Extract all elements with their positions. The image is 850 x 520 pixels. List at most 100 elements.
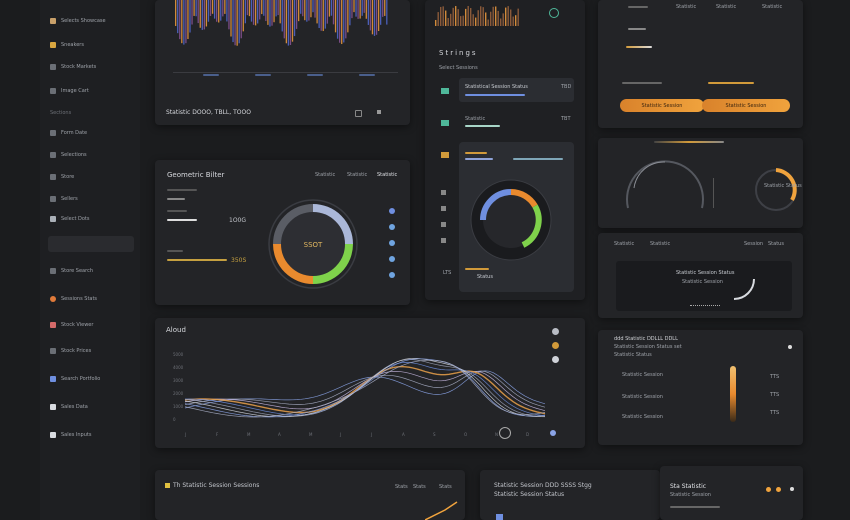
bar-series-mark <box>316 0 318 24</box>
sidebar-sub-2[interactable]: Selections <box>50 150 87 160</box>
mid-tab[interactable]: Status <box>768 241 784 247</box>
sidebar-lower-4[interactable]: Stock Prices <box>50 346 91 356</box>
bar-series-mark <box>240 0 242 39</box>
bar-series-mark <box>328 0 331 17</box>
mini-bar <box>502 13 504 26</box>
spark-line-path <box>425 501 458 520</box>
mini-bar <box>507 6 509 26</box>
wave-line <box>184 370 546 412</box>
sidebar-lower-3[interactable]: Stock Viewer <box>50 320 93 330</box>
close-icon[interactable] <box>377 110 381 114</box>
donut-panel: Geometric Bilter Statistic Statistic Sta… <box>155 160 410 305</box>
session-row-highlight[interactable] <box>459 78 574 102</box>
bar-series-mark <box>205 0 208 27</box>
drop-icon <box>389 272 395 278</box>
sidebar-item-3[interactable]: Stock Markets <box>50 62 96 72</box>
bar-series-mark <box>211 0 214 14</box>
bar-series-mark <box>238 0 240 44</box>
orange-button-a[interactable]: Statistic Session <box>620 99 704 112</box>
tag-icon <box>50 42 56 48</box>
sidebar-sub-3[interactable]: Store <box>50 172 74 182</box>
menu-dot[interactable] <box>788 345 792 349</box>
sidebar-sub-4[interactable]: Sellers <box>50 194 78 204</box>
sidebar-item-2[interactable]: Sneakers <box>50 40 84 50</box>
avatar[interactable] <box>552 328 559 335</box>
bottom-panel-a: Th Statistic Session Sessions Stats Stat… <box>155 470 465 520</box>
bottom-panel-b: Statistic Session DDD SSSS Stgg Statisti… <box>480 470 660 520</box>
refresh-icon[interactable] <box>499 427 511 439</box>
bar-series-mark <box>283 0 285 39</box>
sidebar-lower-2[interactable]: Sessions Stats <box>50 294 97 304</box>
pagination-dots[interactable] <box>690 305 720 309</box>
bar-series-mark <box>230 0 232 37</box>
bar-series-mark <box>363 0 365 13</box>
lower-row: Statistic Session <box>622 414 663 420</box>
bar-series-mark <box>361 0 363 16</box>
sidebar-item-4[interactable]: Image Cart <box>50 86 89 96</box>
drop-icon <box>389 256 395 262</box>
stat-line <box>167 250 183 252</box>
mini-bar <box>472 14 474 26</box>
bar-series-mark <box>302 0 304 17</box>
row-icon <box>441 222 446 227</box>
sidebar-lower-1[interactable]: Store Search <box>50 266 93 276</box>
avatar[interactable] <box>552 342 559 349</box>
mini-bar <box>492 6 494 26</box>
strings-sub: Select Sessions <box>439 65 478 71</box>
mid-tab[interactable]: Statistic <box>650 241 670 247</box>
sidebar-item-1[interactable]: Selects Showcase <box>50 16 106 26</box>
bottom-a-tab[interactable]: Stats <box>395 484 408 490</box>
bottom-a-tab[interactable]: Stats <box>413 484 426 490</box>
mini-bar <box>452 7 454 26</box>
bar-series-mark <box>275 0 277 17</box>
x-tick-label: J <box>184 432 186 437</box>
stat-line <box>628 28 646 30</box>
progress-bar <box>513 158 563 160</box>
bottom-a-tab[interactable]: Stats <box>439 484 452 490</box>
avatar[interactable] <box>552 356 559 363</box>
mini-bar <box>462 15 464 26</box>
drop-icon <box>389 224 395 230</box>
bar-series-mark <box>279 0 281 24</box>
bar-series-mark <box>232 0 234 43</box>
mini-bar <box>467 6 469 26</box>
x-tick-label: A <box>402 432 405 437</box>
sidebar-lower-7[interactable]: Sales Inputs <box>50 430 91 440</box>
bar-series-mark <box>382 0 384 17</box>
mini-gauge <box>755 168 797 211</box>
range-marker <box>307 74 323 76</box>
bar-series-mark <box>349 0 351 26</box>
mini-bar <box>497 10 499 26</box>
row-icon <box>441 88 449 94</box>
orange-button-b[interactable]: Statistic Session <box>702 99 790 112</box>
donut-center-value: SSOT <box>304 241 323 249</box>
row-value: TBD <box>561 84 572 90</box>
status-icon[interactable] <box>549 8 559 18</box>
sidebar-lower-5[interactable]: Search Portfolio <box>50 374 100 384</box>
mid-line-2: Statistic Session <box>682 279 723 285</box>
info-icon[interactable] <box>550 430 556 436</box>
sidebar-lower-6[interactable]: Sales Data <box>50 402 88 412</box>
bar-series-mark <box>320 0 322 31</box>
list-icon <box>50 152 56 158</box>
bar-series-mark <box>218 0 220 23</box>
sidebar-sub-1[interactable]: Form Date <box>50 128 87 138</box>
mid-tab[interactable]: Session <box>744 241 763 247</box>
mid-inner-card <box>616 261 792 311</box>
spark-line <box>425 501 458 520</box>
mid-header: Statistic <box>614 241 635 247</box>
mini-bar <box>465 8 467 26</box>
row-value: TBT <box>561 116 571 122</box>
mini-bar <box>460 16 462 26</box>
bar-series-mark <box>369 0 372 31</box>
mini-bar <box>510 9 512 26</box>
wave-chart: 5000 4000 3000 2000 1000 0 J F M A M J J A S O N D <box>173 352 546 437</box>
progress-bar <box>465 268 489 270</box>
wave-line <box>185 362 546 417</box>
sidebar-sub-5[interactable]: Select Dots <box>50 214 90 224</box>
top-label: Statistic <box>762 4 783 10</box>
bar-series-mark <box>326 0 328 24</box>
donut-title: Geometric Bilter <box>167 171 225 179</box>
settings-icon[interactable] <box>355 110 362 117</box>
sidebar-active-highlight[interactable] <box>48 236 134 252</box>
